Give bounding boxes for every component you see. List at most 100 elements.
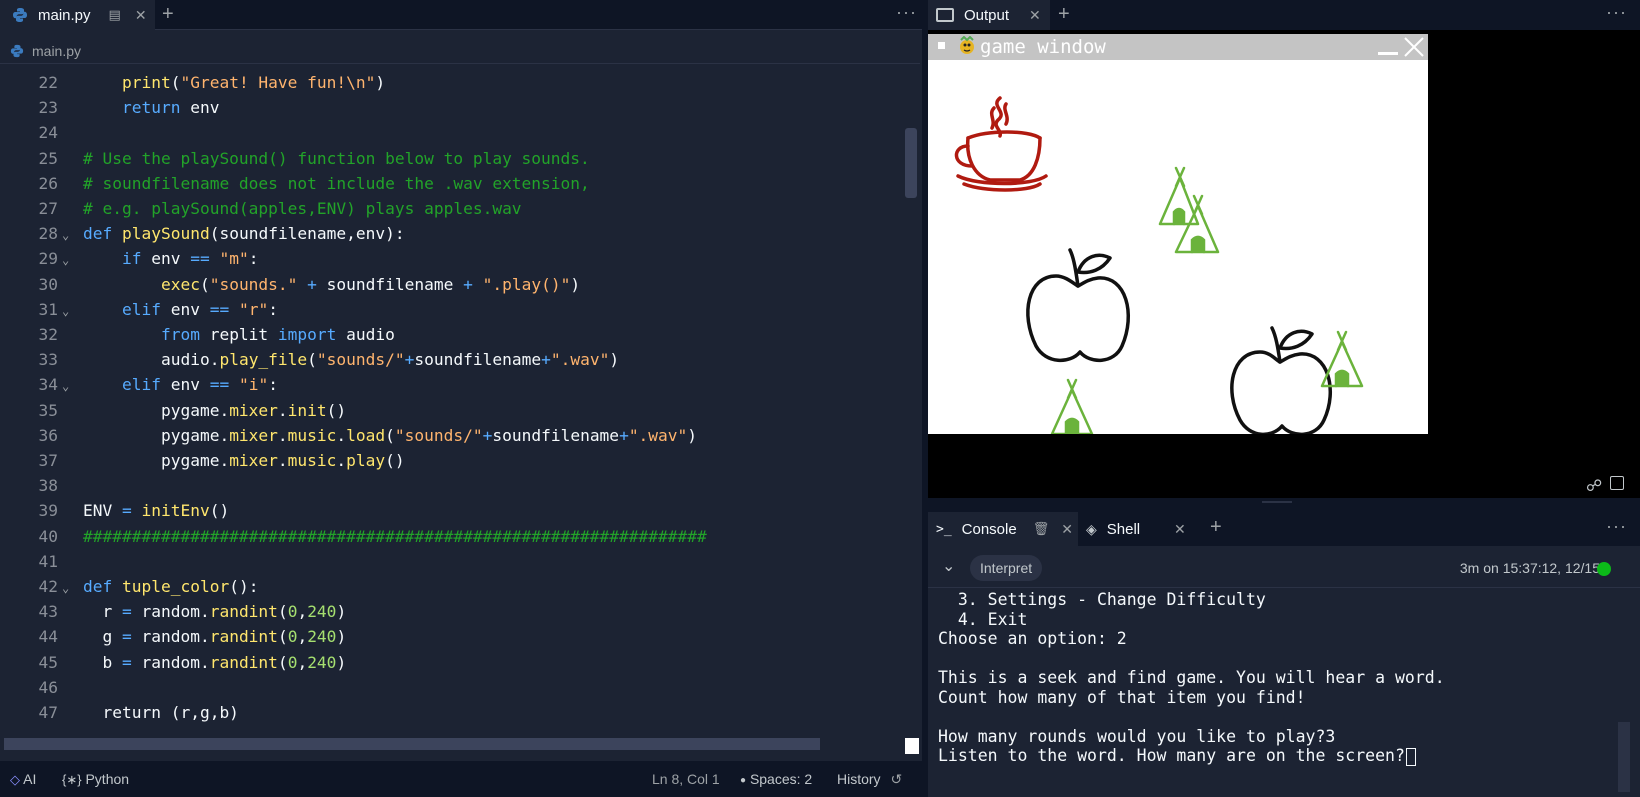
- code-line[interactable]: 40 ######################################…: [0, 524, 905, 550]
- game-canvas[interactable]: [928, 60, 1428, 434]
- line-number: 26: [38, 173, 59, 193]
- code-line[interactable]: 29 ⌄ if env == "m":: [0, 246, 905, 272]
- more-options-icon[interactable]: ···: [1606, 2, 1627, 23]
- code-text: return env: [83, 95, 219, 121]
- code-line[interactable]: 46: [0, 675, 905, 701]
- code-line[interactable]: 37 pygame.mixer.music.play(): [0, 448, 905, 474]
- code-line[interactable]: 34 ⌄ elif env == "i":: [0, 372, 905, 398]
- code-line[interactable]: 23 return env: [0, 95, 905, 121]
- code-line[interactable]: 42 ⌄ def tuple_color():: [0, 574, 905, 600]
- code-token: env: [160, 299, 210, 319]
- minimize-icon[interactable]: [1378, 52, 1398, 55]
- more-options-icon[interactable]: ···: [896, 2, 917, 23]
- chevron-down-icon[interactable]: ⌄: [942, 556, 955, 576]
- terminal-cursor[interactable]: [1405, 747, 1416, 766]
- terminal-prompt-icon: >_: [936, 521, 952, 537]
- code-line[interactable]: 39 ENV = initEnv(): [0, 498, 905, 524]
- code-token: (: [277, 602, 288, 622]
- interpret-badge[interactable]: Interpret: [970, 555, 1043, 581]
- code-line[interactable]: 33 audio.play_file("sounds/"+soundfilena…: [0, 347, 905, 373]
- history-label: History: [837, 771, 881, 787]
- code-line[interactable]: 22 print("Great! Have fun!\n"): [0, 70, 905, 96]
- window-menu-icon[interactable]: [938, 42, 945, 49]
- code-line[interactable]: 38: [0, 473, 905, 499]
- scroll-corner: [905, 738, 919, 754]
- code-line[interactable]: 43 r = random.randint(0,240): [0, 599, 905, 625]
- history-button[interactable]: History ↺: [837, 771, 902, 788]
- code-line[interactable]: 32 from replit import audio: [0, 322, 905, 348]
- stop-icon[interactable]: [1610, 476, 1624, 490]
- close-icon[interactable]: ✕: [1029, 7, 1041, 24]
- code-line[interactable]: 31 ⌄ elif env == "r":: [0, 297, 905, 323]
- console-line-text: Count how many of that item you find!: [938, 687, 1306, 707]
- fold-chevron-icon[interactable]: ⌄: [62, 575, 69, 601]
- game-window-titlebar[interactable]: game window: [928, 34, 1428, 60]
- game-window[interactable]: game window: [928, 34, 1428, 434]
- code-line[interactable]: 26 # soundfilename does not include the .…: [0, 171, 905, 197]
- tab-output[interactable]: Output ✕: [928, 0, 1050, 30]
- editor-vertical-scrollbar[interactable]: [905, 128, 917, 198]
- close-icon[interactable]: ✕: [1174, 521, 1186, 538]
- code-line[interactable]: 25 # Use the playSound() function below t…: [0, 146, 905, 172]
- line-number: 47: [38, 703, 59, 722]
- console-line: 3. Settings - Change Difficulty: [938, 590, 1618, 610]
- console-scrollbar[interactable]: [1618, 722, 1630, 792]
- breadcrumb[interactable]: main.py: [0, 38, 920, 64]
- more-options-icon[interactable]: ···: [1606, 516, 1627, 537]
- code-text: ########################################…: [83, 524, 707, 550]
- code-text: def playSound(soundfilename,env):: [83, 221, 405, 247]
- splitter-grip[interactable]: [1262, 501, 1292, 503]
- code-line[interactable]: 35 pygame.mixer.init(): [0, 398, 905, 424]
- close-window-icon[interactable]: [1402, 35, 1426, 59]
- pane-splitter[interactable]: [928, 498, 1640, 506]
- tab-console[interactable]: >_ Console 🗑 ✕: [928, 512, 1078, 546]
- markdown-preview-icon[interactable]: ▤: [109, 7, 121, 23]
- add-tab-icon[interactable]: +: [1210, 516, 1222, 539]
- headphones-icon[interactable]: ☍: [1586, 476, 1602, 496]
- add-tab-icon[interactable]: +: [1058, 3, 1070, 26]
- line-number: 38: [38, 476, 59, 496]
- add-tab-icon[interactable]: +: [162, 3, 174, 26]
- code-token: (: [277, 652, 288, 672]
- code-line[interactable]: 27 # e.g. playSound(apples,ENV) plays app…: [0, 196, 905, 222]
- fold-chevron-icon[interactable]: ⌄: [62, 298, 69, 324]
- close-icon[interactable]: ✕: [1061, 521, 1073, 538]
- code-line[interactable]: 24: [0, 120, 905, 146]
- code-line[interactable]: 45 b = random.randint(0,240): [0, 650, 905, 676]
- breadcrumb-file[interactable]: main.py: [32, 43, 81, 59]
- fold-chevron-icon[interactable]: ⌄: [62, 222, 69, 248]
- tab-main-py[interactable]: main.py ▤ ✕: [0, 0, 155, 30]
- fold-chevron-icon[interactable]: ⌄: [62, 373, 69, 399]
- line-number: 37: [38, 451, 59, 470]
- code-editor[interactable]: 22 print("Great! Have fun!\n") 23 return …: [0, 70, 905, 736]
- indent-setting[interactable]: ● Spaces: 2: [740, 771, 812, 787]
- code-line[interactable]: 44 g = random.randint(0,240): [0, 624, 905, 650]
- console-line-text: 3. Settings - Change Difficulty: [938, 590, 1266, 609]
- trash-icon[interactable]: 🗑: [1033, 521, 1050, 537]
- ai-button[interactable]: ◇ AI: [10, 771, 36, 788]
- editor-horizontal-scrollbar[interactable]: [4, 738, 820, 750]
- code-line[interactable]: 30 exec("sounds." + soundfilename + ".pl…: [0, 272, 905, 298]
- line-number: 31: [38, 299, 59, 319]
- language-indicator[interactable]: {∗} Python: [62, 771, 129, 788]
- code-token: ,: [297, 627, 308, 647]
- code-token: 240: [307, 602, 337, 622]
- code-token: ==: [209, 299, 230, 319]
- code-token: (: [170, 73, 181, 92]
- code-token: from: [160, 325, 200, 344]
- code-line[interactable]: 36 pygame.mixer.music.load("sounds/"+sou…: [0, 423, 905, 449]
- fold-chevron-icon[interactable]: ⌄: [62, 247, 69, 273]
- line-number: 28: [38, 224, 59, 244]
- code-token: exec: [160, 274, 200, 294]
- cursor-position[interactable]: Ln 8, Col 1: [652, 771, 720, 787]
- code-line[interactable]: 47 return (r,g,b): [0, 700, 905, 726]
- console-output[interactable]: 3. Settings - Change Difficulty 4. Exit C…: [938, 590, 1618, 766]
- console-line-text: This is a seek and find game. You will h…: [938, 668, 1445, 687]
- close-icon[interactable]: ✕: [135, 7, 147, 24]
- line-number: 33: [38, 350, 59, 370]
- code-line[interactable]: 41: [0, 549, 905, 575]
- code-token: if: [121, 249, 142, 269]
- code-line[interactable]: 28 ⌄ def playSound(soundfilename,env):: [0, 221, 905, 247]
